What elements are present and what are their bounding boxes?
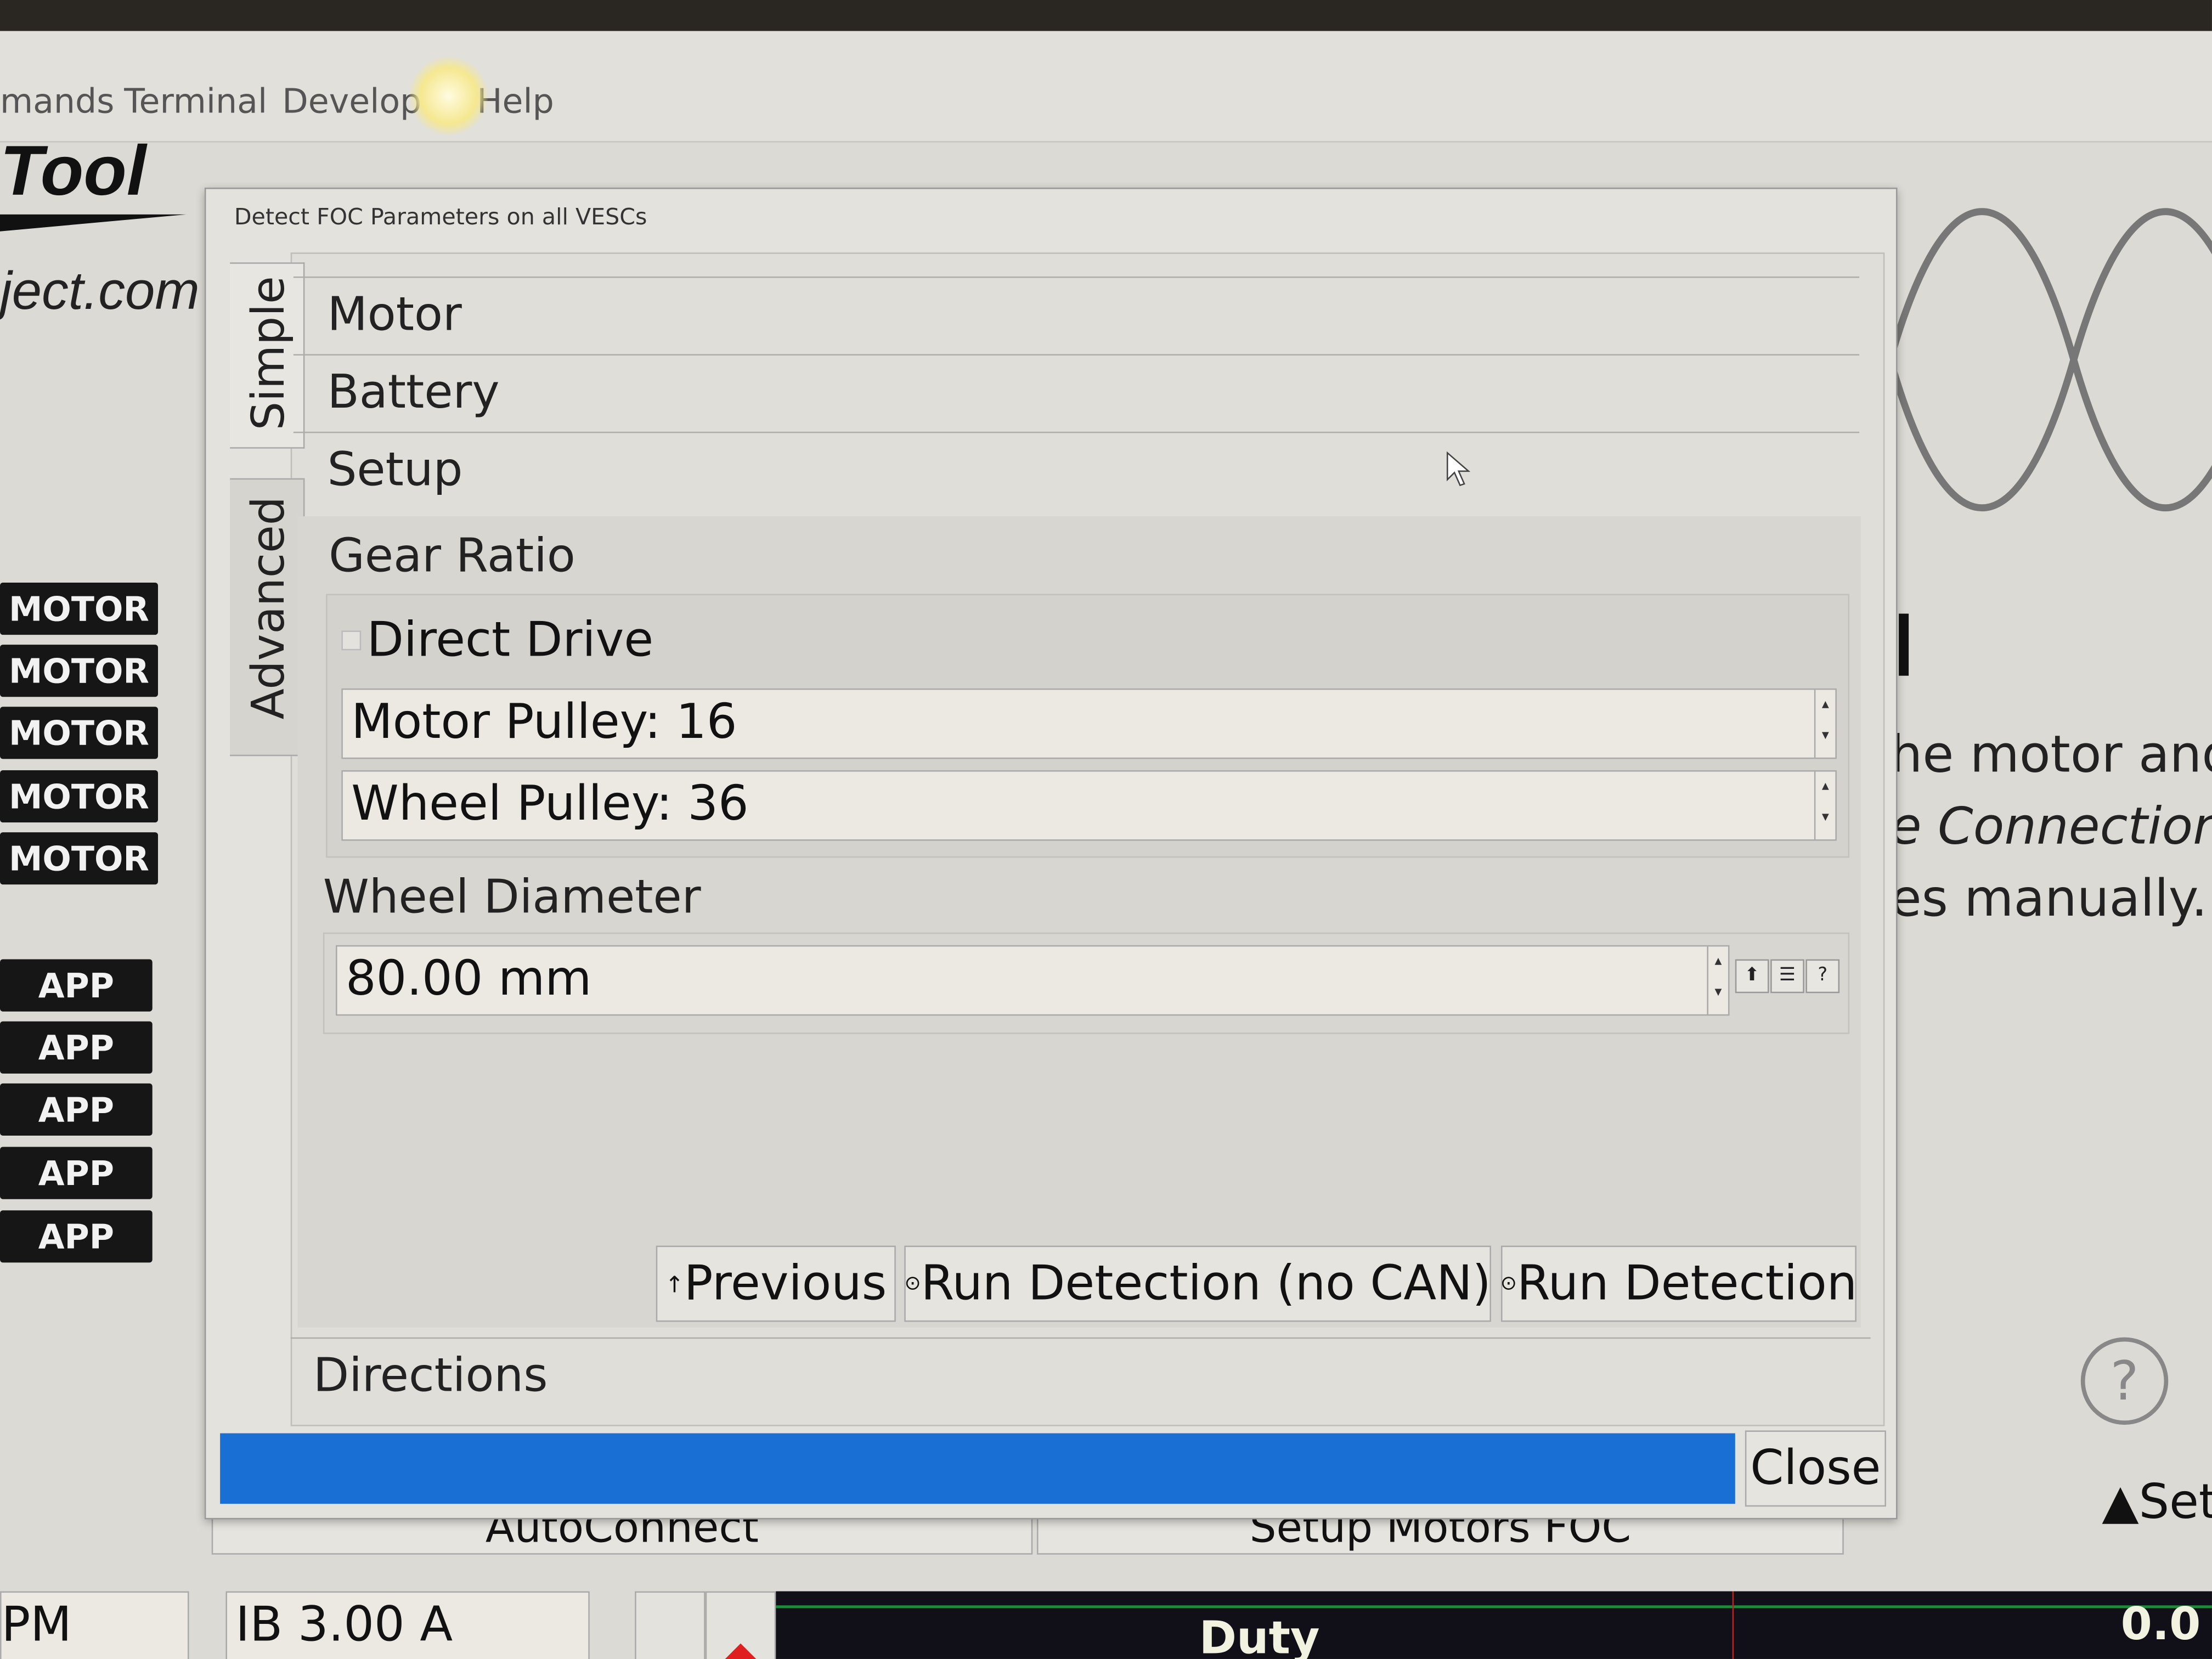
section-motor[interactable]: Motor [293, 276, 1860, 354]
arrow-up-icon: ↑ [665, 1270, 684, 1297]
motor-button[interactable]: MOTOR [0, 707, 158, 759]
logo-url: ject.com [0, 262, 200, 322]
upload-icon[interactable]: ⬆ [1735, 959, 1769, 994]
info-text-line: he motor and [1890, 726, 2212, 785]
help-icon[interactable]: ? [1805, 959, 1840, 994]
duty-value: 0.0 [2120, 1596, 2201, 1651]
direct-drive-label: Direct Drive [366, 612, 654, 669]
motor-button[interactable]: MOTOR [0, 582, 158, 635]
app-button[interactable]: APP [0, 959, 153, 1012]
rpm-field[interactable]: PM [0, 1591, 189, 1659]
menu-help[interactable]: Help [477, 82, 554, 121]
duty-label: Duty [1199, 1611, 1320, 1659]
top-bezel [0, 0, 2212, 31]
gear-ratio-group: Direct Drive Motor Pulley: 16 ▴ ▾ Wheel Pu… [325, 594, 1850, 858]
play-icon: ⊙ [904, 1272, 921, 1295]
sine-wave-graphic [1890, 208, 2212, 512]
info-text-line: e Connection [1890, 798, 2212, 856]
control-button[interactable] [635, 1591, 706, 1659]
spin-arrows-icon[interactable]: ▴ ▾ [1814, 690, 1836, 758]
previous-button[interactable]: ↑ Previous [656, 1245, 896, 1322]
wheel-diameter-group: 80.00 mm ▴ ▾ ⬆ ☰ ? [323, 932, 1850, 1034]
detect-foc-dialog: Detect FOC Parameters on all VESCs Simpl… [204, 187, 1898, 1520]
ib-value: IB 3.00 A [235, 1596, 453, 1654]
run-detection-button[interactable]: ⊙ Run Detection [1500, 1245, 1858, 1322]
app-button[interactable]: APP [0, 1210, 153, 1263]
tab-simple-label: Simple [241, 276, 295, 431]
spin-arrows-icon[interactable]: ▴ ▾ [1707, 946, 1728, 1014]
section-directions[interactable]: Directions [290, 1337, 1871, 1421]
motor-pulley-value: Motor Pulley: 16 [351, 694, 737, 751]
marker-line [1732, 1591, 1734, 1659]
app-button[interactable]: APP [0, 1021, 153, 1074]
section-battery[interactable]: Battery [293, 354, 1860, 431]
logo-text: Tool [0, 131, 146, 211]
tab-advanced-label: Advanced [241, 496, 295, 720]
direct-drive-checkbox[interactable] [341, 630, 362, 651]
menu-developer[interactable]: Develop [282, 82, 421, 121]
database-icon[interactable]: ☰ [1770, 959, 1804, 994]
previous-label: Previous [684, 1255, 887, 1312]
motor-pulley-spinbox[interactable]: Motor Pulley: 16 ▴ ▾ [341, 688, 1837, 759]
section-motor-label: Motor [327, 286, 462, 342]
setup-panel: Gear Ratio Direct Drive Motor Pulley: 16… [297, 516, 1861, 1328]
wheel-diameter-value: 80.00 mm [345, 951, 592, 1007]
motor-button[interactable]: MOTOR [0, 770, 158, 823]
logo-swoosh [0, 214, 187, 232]
run-detection-no-can-button[interactable]: ⊙ Run Detection (no CAN) [904, 1245, 1491, 1322]
set-button[interactable]: ▲Set [2102, 1474, 2212, 1531]
run-no-can-label: Run Detection (no CAN) [921, 1255, 1491, 1312]
screen: mands Terminal Develop Help Tool ject.co… [0, 0, 2212, 1659]
info-text-line: es manually. [1890, 870, 2208, 928]
close-label: Close [1750, 1440, 1881, 1497]
gear-ratio-heading: Gear Ratio [329, 527, 575, 583]
duty-graph: Duty 0.0 [776, 1591, 2212, 1659]
menu-commands[interactable]: mands [0, 82, 114, 121]
wand-icon: ▲ [2102, 1474, 2139, 1531]
stop-button[interactable] [705, 1591, 776, 1659]
progress-bar [220, 1433, 1735, 1504]
close-button[interactable]: Close [1745, 1430, 1886, 1507]
section-battery-label: Battery [327, 364, 500, 419]
section-setup-label: Setup [327, 441, 463, 497]
menu-terminal[interactable]: Terminal [124, 82, 267, 121]
wheel-diameter-heading: Wheel Diameter [323, 868, 701, 924]
app-button[interactable]: APP [0, 1147, 153, 1199]
motor-button[interactable]: MOTOR [0, 832, 158, 885]
app-button[interactable]: APP [0, 1083, 153, 1136]
rpm-value: PM [1, 1596, 72, 1654]
motor-button[interactable]: MOTOR [0, 645, 158, 697]
tab-advanced[interactable]: Advanced [230, 478, 305, 757]
stop-icon [724, 1643, 758, 1659]
section-setup[interactable]: Setup [293, 431, 1860, 509]
dialog-title: Detect FOC Parameters on all VESCs [234, 203, 647, 230]
run-label: Run Detection [1516, 1255, 1858, 1312]
help-icon[interactable]: ? [2080, 1337, 2169, 1425]
glare [409, 56, 488, 136]
mouse-cursor-icon [1446, 451, 1471, 487]
ib-current-field[interactable]: IB 3.00 A [225, 1591, 590, 1659]
play-icon: ⊙ [1500, 1272, 1517, 1295]
wheel-pulley-value: Wheel Pulley: 36 [351, 776, 749, 833]
wheel-diameter-spinbox[interactable]: 80.00 mm ▴ ▾ [335, 945, 1730, 1016]
section-directions-label: Directions [313, 1347, 548, 1402]
spin-arrows-icon[interactable]: ▴ ▾ [1814, 771, 1836, 839]
set-label: Set [2138, 1474, 2212, 1531]
progress-fill [220, 1433, 1735, 1504]
wheel-pulley-spinbox[interactable]: Wheel Pulley: 36 ▴ ▾ [341, 770, 1837, 841]
heading-fragment [1899, 613, 1909, 676]
duty-trace [776, 1605, 2212, 1609]
